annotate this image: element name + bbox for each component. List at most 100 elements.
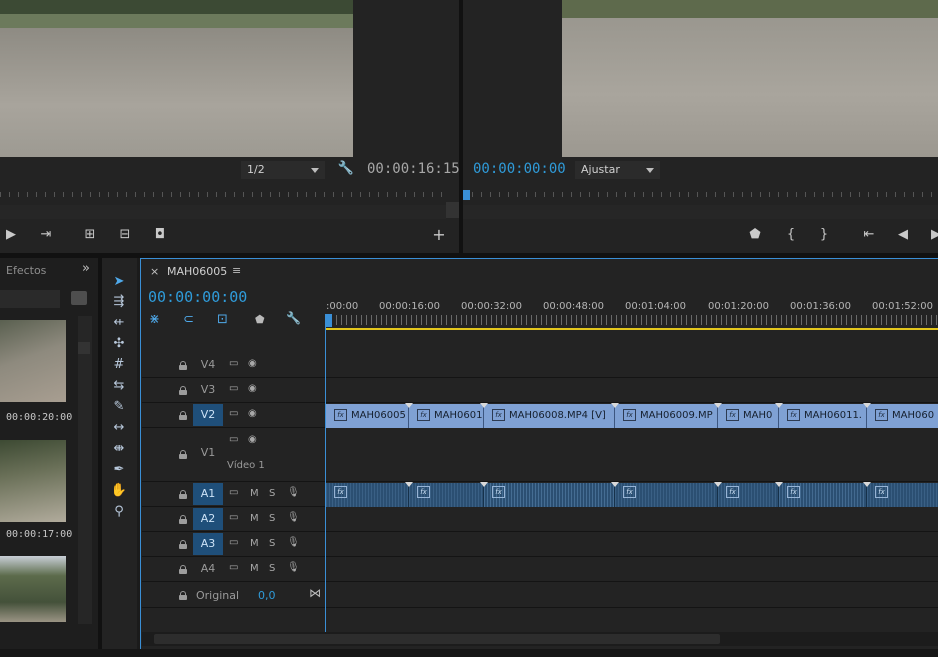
add-marker-icon[interactable]: ⬟	[746, 227, 764, 243]
hand-tool-icon[interactable]: ✋	[109, 482, 129, 500]
ripple-edit-tool-icon[interactable]: ✣	[109, 335, 129, 353]
lock-icon[interactable]	[179, 361, 187, 370]
work-area-bar[interactable]	[326, 328, 938, 330]
mute-button[interactable]: M	[250, 488, 259, 499]
transition-marker[interactable]	[775, 482, 783, 487]
play-icon[interactable]: ▶	[927, 227, 938, 243]
go-to-end-icon[interactable]: ⋈	[309, 586, 321, 600]
play-icon[interactable]: ▶	[2, 227, 20, 243]
source-time-ruler[interactable]	[0, 192, 446, 206]
master-volume-value[interactable]: 0,0	[258, 589, 276, 602]
tab-effects[interactable]: Efectos	[6, 264, 46, 277]
track-name-a4[interactable]: A4	[193, 558, 223, 580]
media-thumbnail[interactable]	[0, 556, 66, 622]
video-clip[interactable]: fx MAH06005	[326, 404, 409, 428]
transition-marker[interactable]	[714, 482, 722, 487]
track-name-a2[interactable]: A2	[193, 508, 223, 530]
track-name-a3[interactable]: A3	[193, 533, 223, 555]
toggle-sync-icon[interactable]: ▭	[229, 383, 238, 394]
linked-selection-icon[interactable]: ⊂	[183, 312, 194, 327]
lock-icon[interactable]	[179, 565, 187, 574]
solo-button[interactable]: S	[269, 538, 275, 549]
step-back-icon[interactable]: ◀	[894, 227, 912, 243]
transition-marker[interactable]	[714, 403, 722, 408]
insert-icon[interactable]: ⇥	[37, 227, 55, 243]
transition-marker[interactable]	[863, 403, 871, 408]
track-select-backward-icon[interactable]: ⇷	[109, 314, 129, 332]
microphone-icon[interactable]: 🎙	[287, 487, 300, 498]
sequence-tab[interactable]: MAH06005	[167, 265, 227, 278]
toggle-sync-icon[interactable]: ▭	[229, 408, 238, 419]
audio-clip[interactable]: fx	[779, 483, 867, 507]
eye-icon[interactable]: ◉	[248, 408, 257, 419]
toggle-sync-icon[interactable]: ▭	[229, 358, 238, 369]
wrench-icon[interactable]: 🔧	[337, 161, 355, 177]
transition-marker[interactable]	[611, 403, 619, 408]
toggle-sync-icon[interactable]: ▭	[229, 562, 238, 573]
lock-icon[interactable]	[179, 450, 187, 459]
pen-tool-icon[interactable]: ✒	[109, 461, 129, 479]
lock-icon[interactable]	[179, 540, 187, 549]
track-name-v4[interactable]: V4	[193, 354, 223, 376]
razor-tool-icon[interactable]: ✎	[109, 398, 129, 416]
video-clip[interactable]: fx MAH060	[867, 404, 938, 428]
audio-clip[interactable]: fx	[718, 483, 779, 507]
mark-in-icon[interactable]: {	[782, 227, 800, 243]
toggle-sync-icon[interactable]: ▭	[229, 512, 238, 523]
program-scrollbar[interactable]	[463, 205, 938, 219]
track-name-v2[interactable]: V2	[193, 404, 223, 426]
transition-marker[interactable]	[480, 403, 488, 408]
mute-button[interactable]: M	[250, 563, 259, 574]
transition-marker[interactable]	[611, 482, 619, 487]
selection-tool-icon[interactable]: ➤	[109, 273, 129, 291]
new-bin-icon[interactable]	[71, 291, 87, 305]
resolution-dropdown[interactable]: 1/2	[241, 161, 325, 179]
camera-icon[interactable]: ◘	[151, 227, 169, 243]
microphone-icon[interactable]: 🎙	[287, 562, 300, 573]
slip-tool-icon[interactable]: ↔	[109, 419, 129, 437]
rolling-edit-tool-icon[interactable]: #	[109, 356, 129, 374]
source-timecode[interactable]: 00:00:16:15	[367, 161, 460, 177]
mute-button[interactable]: M	[250, 538, 259, 549]
source-scrollbar[interactable]	[0, 205, 446, 219]
lock-icon[interactable]	[179, 386, 187, 395]
video-clip[interactable]: fx MAH0	[718, 404, 779, 428]
timeline-scrollbar[interactable]	[142, 632, 938, 646]
transition-marker[interactable]	[405, 482, 413, 487]
chevrons-right-icon[interactable]: »	[82, 261, 90, 276]
lock-icon[interactable]	[179, 490, 187, 499]
video-clip[interactable]: fx MAH06009.MP	[615, 404, 718, 428]
export-frame-icon[interactable]: ⊟	[116, 227, 134, 243]
snap-icon[interactable]: ⋇	[149, 312, 160, 327]
track-select-tool-icon[interactable]: ⇶	[109, 293, 129, 311]
program-time-ruler[interactable]	[463, 192, 938, 206]
microphone-icon[interactable]: 🎙	[287, 537, 300, 548]
solo-button[interactable]: S	[269, 488, 275, 499]
transition-marker[interactable]	[480, 482, 488, 487]
lock-icon[interactable]	[179, 411, 187, 420]
microphone-icon[interactable]: 🎙	[287, 512, 300, 523]
slide-tool-icon[interactable]: ⇼	[109, 440, 129, 458]
lock-icon[interactable]	[179, 515, 187, 524]
media-thumbnail[interactable]	[0, 320, 66, 402]
video-clip[interactable]: fx MAH06011.	[779, 404, 867, 428]
audio-clip[interactable]: fx	[867, 483, 938, 507]
panel-menu-icon[interactable]: ≡	[232, 264, 241, 277]
toggle-sync-icon[interactable]: ▭	[229, 434, 238, 445]
track-name-v1[interactable]: V1	[193, 442, 223, 464]
timeline-playhead[interactable]	[325, 314, 332, 327]
zoom-tool-icon[interactable]: ⚲	[109, 503, 129, 521]
timeline-timecode[interactable]: 00:00:00:00	[148, 288, 247, 306]
time-ruler[interactable]: :00:00 00:00:16:00 00:00:32:00 00:00:48:…	[326, 297, 938, 330]
mark-out-icon[interactable]: }	[815, 227, 833, 243]
lock-icon[interactable]	[179, 591, 187, 600]
scrollbar-thumb[interactable]	[154, 634, 720, 644]
audio-clip[interactable]: fx	[615, 483, 718, 507]
transition-marker[interactable]	[863, 482, 871, 487]
overwrite-icon[interactable]: ⊞	[81, 227, 99, 243]
eye-icon[interactable]: ◉	[248, 434, 257, 445]
mute-button[interactable]: M	[250, 513, 259, 524]
marker-icon[interactable]: ⬟	[255, 313, 265, 326]
solo-button[interactable]: S	[269, 563, 275, 574]
eye-icon[interactable]: ◉	[248, 383, 257, 394]
